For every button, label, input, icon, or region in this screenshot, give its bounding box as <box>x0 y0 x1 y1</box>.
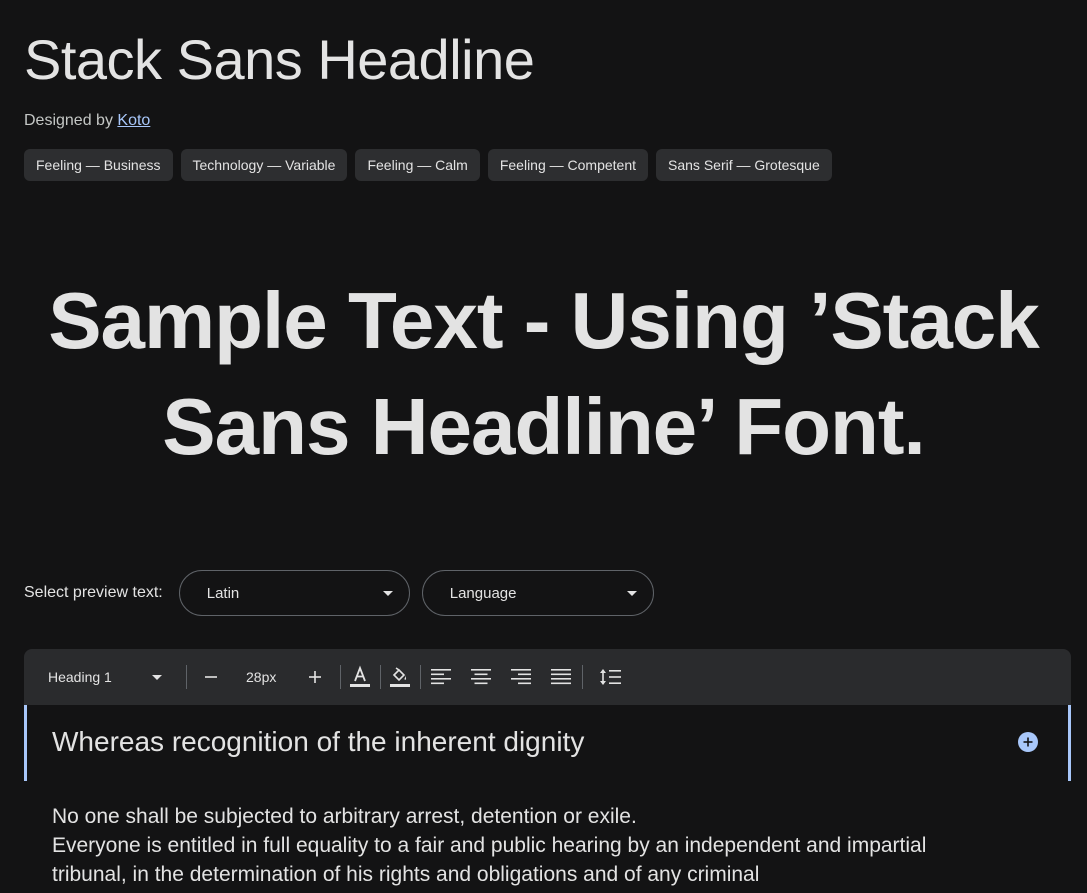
font-title: Stack Sans Headline <box>24 28 535 91</box>
align-center-button[interactable] <box>467 663 495 691</box>
toolbar-divider <box>582 665 583 689</box>
editor-paragraph[interactable]: No one shall be subjected to arbitrary a… <box>52 802 952 831</box>
sample-text: Sample Text - Using ’Stack Sans Headline… <box>0 268 1087 480</box>
tag-chip[interactable]: Feeling — Calm <box>355 149 480 181</box>
editor-toolbar: Heading 1 28px <box>24 649 1071 705</box>
editor-paragraph[interactable]: Everyone is entitled in full equality to… <box>52 831 952 889</box>
caret-down-icon <box>626 591 637 596</box>
align-center-icon <box>471 669 491 685</box>
align-right-icon <box>511 669 531 685</box>
block-style-select[interactable]: Heading 1 <box>48 649 168 705</box>
designer-line: Designed by Koto <box>24 110 150 132</box>
tag-chip[interactable]: Technology — Variable <box>180 149 348 181</box>
script-select-value: Latin <box>206 584 240 602</box>
sample-text-line: Sample Text - Using ’Stack <box>48 276 1040 365</box>
toolbar-divider <box>340 665 341 689</box>
designer-prefix: Designed by <box>24 112 113 129</box>
align-right-button[interactable] <box>507 663 535 691</box>
block-style-value: Heading 1 <box>48 669 112 685</box>
language-select[interactable]: Language <box>421 570 654 616</box>
plus-icon <box>309 671 321 683</box>
tag-list: Feeling — Business Technology — Variable… <box>24 149 832 181</box>
align-left-button[interactable] <box>427 663 455 691</box>
align-justify-icon <box>551 669 571 685</box>
align-justify-button[interactable] <box>547 663 575 691</box>
add-block-button[interactable] <box>1018 732 1038 752</box>
line-spacing-icon <box>600 669 621 685</box>
decrease-size-button[interactable] <box>197 663 225 691</box>
tag-chip[interactable]: Feeling — Business <box>24 149 173 181</box>
script-select[interactable]: Latin <box>178 570 410 616</box>
font-page: Stack Sans Headline Designed by Koto Fee… <box>0 0 1087 893</box>
language-select-value: Language <box>449 584 517 602</box>
preview-controls: Select preview text: Latin Language <box>24 569 666 617</box>
text-color-icon <box>350 665 370 687</box>
caret-down-icon <box>152 675 162 680</box>
caret-down-icon <box>382 591 393 596</box>
toolbar-divider <box>186 665 187 689</box>
sample-text-line: Sans Headline’ Font. <box>162 382 925 471</box>
toolbar-divider <box>380 665 381 689</box>
plus-icon <box>1023 737 1033 747</box>
fill-color-icon <box>390 667 410 687</box>
line-spacing-button[interactable] <box>596 663 624 691</box>
designer-link[interactable]: Koto <box>117 112 150 129</box>
text-color-button[interactable] <box>346 663 374 691</box>
align-left-icon <box>431 669 451 685</box>
preview-label: Select preview text: <box>24 584 163 601</box>
font-size-value[interactable]: 28px <box>246 649 276 705</box>
increase-size-button[interactable] <box>301 663 329 691</box>
editor-heading[interactable]: Whereas recognition of the inherent dign… <box>52 724 584 760</box>
toolbar-divider <box>420 665 421 689</box>
fill-color-button[interactable] <box>386 663 414 691</box>
minus-icon <box>205 676 217 678</box>
editor-body[interactable]: No one shall be subjected to arbitrary a… <box>52 802 952 889</box>
active-text-block[interactable]: Whereas recognition of the inherent dign… <box>24 705 1071 781</box>
text-editor: Heading 1 28px Whereas recognition of th… <box>24 649 1071 893</box>
tag-chip[interactable]: Sans Serif — Grotesque <box>656 149 832 181</box>
tag-chip[interactable]: Feeling — Competent <box>487 149 649 181</box>
